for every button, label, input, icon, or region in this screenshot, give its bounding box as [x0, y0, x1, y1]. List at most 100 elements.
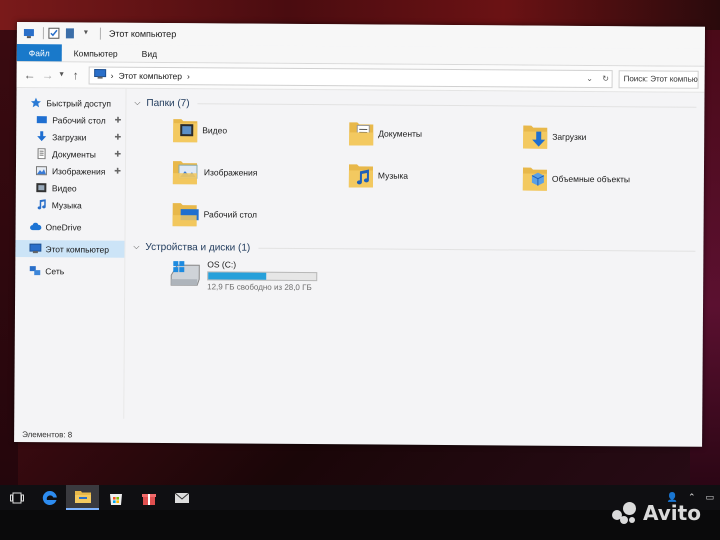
sidebar-item-label: Рабочий стол	[52, 114, 106, 126]
properties-icon[interactable]	[48, 27, 60, 39]
task-view-icon[interactable]	[0, 485, 33, 510]
address-bar[interactable]: › Этот компьютер › ⌄ ↻	[88, 66, 613, 88]
sidebar-item-onedrive[interactable]: OneDrive	[16, 218, 125, 236]
recent-locations-chevron-icon[interactable]: ▼	[57, 66, 67, 84]
status-bar: Элементов: 8	[14, 426, 702, 447]
content-pane: ⌵ Папки (7) Видео Документы Загрузки Изо…	[124, 89, 704, 447]
hard-drive-windows-icon	[169, 259, 201, 291]
sidebar-item-network[interactable]: Сеть	[15, 262, 124, 280]
3d-objects-folder-icon	[522, 164, 548, 194]
folder-downloads[interactable]: Загрузки	[522, 122, 586, 152]
customize-toolbar-chevron-icon[interactable]: ▾	[80, 27, 92, 39]
sidebar-item-quick-access[interactable]: Быстрый доступ	[16, 94, 125, 112]
pin-icon[interactable]: ✚	[114, 150, 121, 159]
drive-usage-bar	[207, 271, 318, 282]
star-icon	[30, 97, 41, 108]
sidebar-item-downloads[interactable]: Загрузки ✚	[16, 128, 125, 146]
drive-usage-fill	[208, 272, 267, 280]
sidebar-item-label: Быстрый доступ	[46, 97, 112, 109]
sidebar-item-label: Сеть	[45, 265, 65, 276]
sidebar-item-label: Видео	[51, 182, 77, 193]
navigation-pane: Быстрый доступ Рабочий стол ✚ Загрузки ✚	[14, 87, 127, 419]
refresh-icon[interactable]: ↻	[600, 74, 612, 83]
battery-icon[interactable]: ▭	[705, 492, 714, 503]
cloud-icon	[30, 221, 42, 232]
sidebar-item-label: Документы	[52, 148, 96, 160]
tab-view[interactable]: Вид	[130, 45, 170, 62]
folders-grid: Видео Документы Загрузки Изображения Муз…	[133, 111, 696, 243]
section-divider	[197, 102, 697, 108]
pictures-folder-icon	[172, 157, 200, 187]
collapse-chevron-icon[interactable]: ⌵	[134, 98, 146, 108]
sidebar-item-documents[interactable]: Документы ✚	[16, 145, 125, 163]
documents-folder-icon	[348, 118, 374, 148]
folder-label: Документы	[378, 128, 423, 139]
file-explorer-window: ▾ Этот компьютер Файл Компьютер Вид ← → …	[14, 22, 705, 447]
folder-label: Видео	[202, 125, 228, 136]
section-divider	[258, 247, 696, 252]
desktop-icon	[36, 114, 47, 125]
folder-label: Музыка	[377, 170, 409, 181]
folder-documents[interactable]: Документы	[348, 118, 422, 149]
address-history-chevron-icon[interactable]: ⌄	[584, 74, 596, 83]
drive-name: OS (C:)	[207, 259, 237, 270]
sidebar-item-label: Загрузки	[52, 131, 87, 142]
new-folder-icon[interactable]	[64, 27, 76, 39]
sidebar-item-pictures[interactable]: Изображения ✚	[16, 162, 125, 180]
drives-grid: OS (C:) 12,9 ГБ свободно из 28,0 ГБ	[133, 259, 695, 303]
breadcrumb-separator-icon[interactable]: ›	[111, 70, 114, 80]
folder-music[interactable]: Музыка	[348, 160, 408, 190]
sidebar-item-desktop[interactable]: Рабочий стол ✚	[16, 111, 125, 129]
store-icon[interactable]	[99, 485, 132, 510]
computer-icon	[94, 69, 107, 82]
separator	[42, 27, 44, 40]
pin-icon[interactable]: ✚	[115, 116, 122, 125]
folder-3d-objects[interactable]: Объемные объекты	[522, 164, 630, 195]
sidebar-item-videos[interactable]: Видео	[16, 179, 125, 197]
computer-icon[interactable]	[23, 27, 35, 39]
pin-icon[interactable]: ✚	[114, 167, 121, 176]
up-arrow-icon[interactable]: ↑	[67, 66, 85, 84]
search-input[interactable]: Поиск: Этот компьют...	[618, 69, 699, 89]
sidebar-item-label: OneDrive	[45, 221, 82, 232]
sidebar-item-music[interactable]: Музыка	[16, 196, 125, 214]
mail-icon[interactable]	[165, 485, 198, 510]
collapse-chevron-icon[interactable]: ⌵	[133, 242, 145, 252]
breadcrumb-this-pc[interactable]: Этот компьютер	[118, 70, 182, 80]
avito-logo-dots-icon	[612, 500, 638, 526]
explorer-body: Быстрый доступ Рабочий стол ✚ Загрузки ✚	[14, 87, 704, 447]
desktop-folder-icon	[172, 199, 200, 229]
folder-pictures[interactable]: Изображения	[172, 157, 258, 188]
folder-label: Рабочий стол	[203, 209, 258, 220]
network-icon	[29, 265, 41, 276]
avito-watermark: Avito	[612, 500, 701, 526]
music-note-icon	[36, 199, 47, 210]
breadcrumb-separator-icon[interactable]: ›	[187, 71, 190, 81]
tab-file[interactable]: Файл	[16, 43, 62, 62]
sidebar-item-label: Музыка	[51, 199, 82, 210]
file-explorer-taskbar-icon[interactable]	[66, 485, 99, 510]
video-folder-icon	[172, 115, 198, 145]
pin-icon[interactable]: ✚	[114, 133, 121, 142]
sidebar-item-label: Этот компьютер	[45, 243, 110, 255]
edge-browser-icon[interactable]	[33, 485, 66, 510]
item-count: Элементов: 8	[22, 429, 73, 439]
folder-desktop[interactable]: Рабочий стол	[172, 199, 258, 230]
window-title: Этот компьютер	[108, 28, 177, 40]
folder-label: Загрузки	[552, 131, 587, 142]
video-icon	[36, 182, 47, 193]
tab-computer[interactable]: Компьютер	[62, 44, 130, 61]
music-folder-icon	[348, 160, 374, 190]
downloads-folder-icon	[522, 122, 548, 152]
back-arrow-icon[interactable]: ←	[21, 66, 39, 84]
sidebar-item-this-pc[interactable]: Этот компьютер	[15, 239, 125, 258]
folder-videos[interactable]: Видео	[172, 115, 227, 145]
separator	[99, 27, 101, 40]
forward-arrow-icon[interactable]: →	[39, 66, 57, 84]
folder-label: Изображения	[203, 167, 258, 178]
drive-os-c[interactable]: OS (C:) 12,9 ГБ свободно из 28,0 ГБ	[169, 259, 318, 292]
avito-logo-text: Avito	[643, 501, 701, 525]
sidebar-item-label: Изображения	[51, 165, 106, 177]
document-icon	[36, 148, 47, 160]
gift-icon[interactable]	[132, 485, 165, 510]
